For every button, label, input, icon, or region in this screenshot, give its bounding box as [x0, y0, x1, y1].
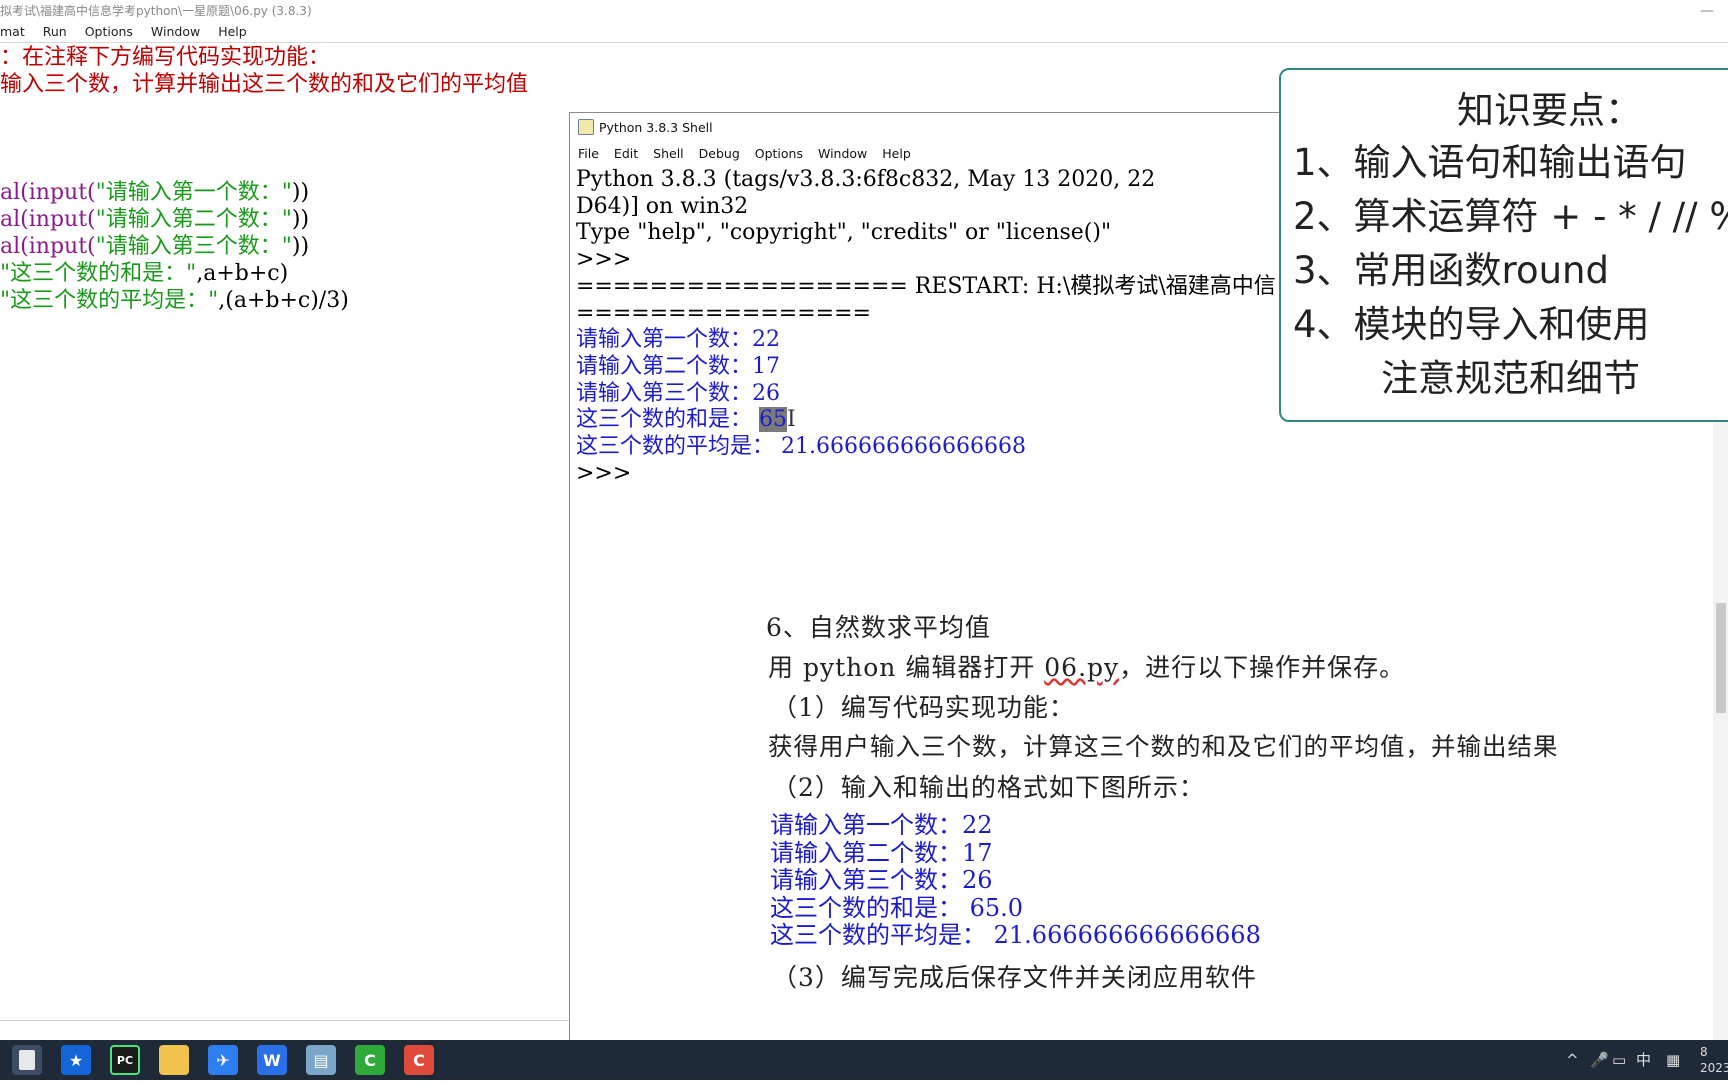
knowledge-title: 知识要点： — [1457, 89, 1642, 132]
knowledge-item: 4、模块的导入和使用 — [1293, 303, 1650, 346]
red-app-icon[interactable]: C — [404, 1045, 434, 1075]
menu-format[interactable]: mat — [0, 24, 25, 39]
menu-edit[interactable]: Edit — [614, 146, 638, 161]
file-explorer-icon[interactable] — [12, 1045, 42, 1075]
question-line: 用 python 编辑器打开 06.py，进行以下操作并保存。 — [768, 653, 1406, 682]
question-step: （1）编写代码实现功能： — [772, 693, 1075, 722]
shell-title: Python 3.8.3 Shell — [599, 120, 713, 135]
code-line: "这三个数的和是：",a+b+c) — [0, 261, 289, 286]
microphone-icon[interactable]: 🎤 — [1590, 1040, 1609, 1080]
feishu-icon[interactable]: ✈ — [208, 1045, 238, 1075]
python-shell-icon — [578, 119, 594, 135]
menu-file[interactable]: File — [578, 146, 599, 161]
code-comment: ：在注释下方编写代码实现功能： — [0, 45, 331, 70]
menu-help[interactable]: Help — [882, 146, 911, 161]
shell-line: 请输入第一个数：22 — [576, 327, 780, 353]
shell-line: 这三个数的和是： 65I — [576, 407, 796, 433]
pycharm-icon[interactable]: PC — [110, 1045, 140, 1075]
chevron-up-icon[interactable]: ^ — [1566, 1040, 1579, 1080]
code-line: "这三个数的平均是：",(a+b+c)/3) — [0, 288, 349, 313]
example-line: 请输入第一个数：22 请输入第二个数：17 请输入第三个数：26 这三个数的和是： 6… — [770, 811, 1261, 949]
taskbar: ★ PC ✈ W ▤ C C ^ 🎤 ▭ 中 ▦ 8 2023 — [0, 1040, 1728, 1080]
shell-line: ================== RESTART: H:\模拟考试\福建高中… — [576, 273, 1276, 299]
menu-window[interactable]: Window — [151, 24, 200, 39]
shell-line: ================ — [576, 300, 871, 326]
shell-line: D64)] on win32 — [576, 193, 749, 219]
code-line: al(input("请输入第三个数：")) — [0, 234, 310, 259]
keyboard-icon[interactable]: ▦ — [1666, 1040, 1680, 1080]
question-heading: 6、自然数求平均值 — [766, 613, 991, 642]
network-icon[interactable]: ▭ — [1612, 1040, 1626, 1080]
menu-debug[interactable]: Debug — [699, 146, 740, 161]
knowledge-item: 1、输入语句和输出语句 — [1293, 141, 1687, 184]
knowledge-note: 注意规范和细节 — [1381, 357, 1640, 400]
folder-icon[interactable] — [159, 1045, 189, 1075]
text-cursor-icon: I — [787, 407, 796, 433]
menu-options[interactable]: Options — [755, 146, 803, 161]
scrollbar-thumb[interactable] — [1716, 603, 1726, 713]
question-step: （3）编写完成后保存文件并关闭应用软件 — [772, 963, 1257, 992]
knowledge-points-box: 知识要点： 1、输入语句和输出语句 2、算术运算符 + - * / // % 3… — [1279, 68, 1728, 422]
code-editor[interactable]: ：在注释下方编写代码实现功能： 输入三个数，计算并输出这三个数的和及它们的平均值 … — [0, 44, 528, 314]
shell-line: 这三个数的平均是： 21.666666666666668 — [576, 434, 1026, 460]
wps-writer-icon[interactable]: W — [257, 1045, 287, 1075]
code-line: al(input("请输入第二个数：")) — [0, 207, 310, 232]
shell-prompt: >>> — [576, 460, 632, 486]
divider — [0, 1020, 570, 1021]
code-comment: 输入三个数，计算并输出这三个数的和及它们的平均值 — [0, 72, 529, 97]
notepad-icon[interactable]: ▤ — [306, 1045, 336, 1075]
shell-line: Type "help", "copyright", "credits" or "… — [576, 220, 1112, 246]
knowledge-item: 2、算术运算符 + - * / // % — [1293, 195, 1728, 238]
shell-prompt: >>> — [576, 247, 632, 273]
shell-line: 请输入第二个数：17 — [576, 353, 780, 379]
shell-line: Python 3.8.3 (tags/v3.8.3:6f8c832, May 1… — [576, 167, 1156, 192]
minimize-button[interactable]: — — [1700, 0, 1714, 22]
green-app-icon[interactable]: C — [355, 1045, 385, 1075]
selected-text: 65 — [759, 407, 787, 433]
editor-title-bar: 拟考试\福建高中信息学考python\一星原题\06.py (3.8.3) — — [0, 0, 1728, 22]
shell-line: 请输入第三个数：26 — [576, 380, 780, 406]
ime-indicator[interactable]: 中 — [1636, 1040, 1651, 1080]
star-app-icon[interactable]: ★ — [61, 1045, 91, 1075]
shell-output[interactable]: Python 3.8.3 (tags/v3.8.3:6f8c832, May 1… — [576, 167, 1276, 487]
clock[interactable]: 8 2023 — [1700, 1044, 1728, 1084]
knowledge-item: 3、常用函数round — [1293, 249, 1609, 292]
question-step: （2）输入和输出的格式如下图所示： — [772, 773, 1205, 802]
menu-help[interactable]: Help — [218, 24, 247, 39]
menu-shell[interactable]: Shell — [653, 146, 684, 161]
editor-title: 拟考试\福建高中信息学考python\一星原题\06.py (3.8.3) — [0, 4, 312, 18]
editor-menu-bar: mat Run Options Window Help — [0, 22, 1728, 43]
question-desc: 获得用户输入三个数，计算这三个数的和及它们的平均值，并输出结果 — [768, 732, 1559, 761]
menu-run[interactable]: Run — [43, 24, 67, 39]
menu-window[interactable]: Window — [818, 146, 867, 161]
menu-options[interactable]: Options — [85, 24, 133, 39]
code-line: al(input("请输入第一个数：")) — [0, 180, 310, 205]
